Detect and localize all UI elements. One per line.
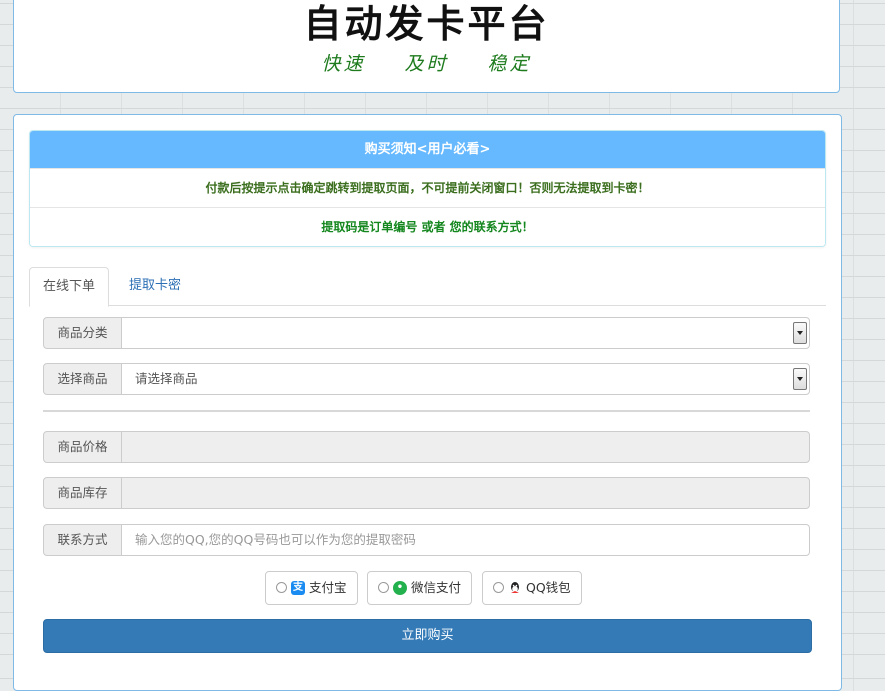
product-label: 选择商品 (43, 363, 122, 395)
category-row: 商品分类 (43, 317, 810, 349)
chevron-down-icon[interactable] (793, 368, 807, 390)
tab-online-order[interactable]: 在线下单 (29, 267, 110, 307)
order-tabs: 在线下单 提取卡密 (29, 267, 826, 307)
pay-option-wechat[interactable]: • 微信支付 (367, 571, 473, 605)
radio-button[interactable] (378, 582, 389, 593)
notice-title: 购买须知<用户必看> (30, 131, 825, 168)
price-row: 商品价格 (43, 431, 810, 463)
pay-option-label: 支付宝 (309, 580, 347, 595)
radio-button[interactable] (276, 582, 287, 593)
category-select[interactable] (121, 317, 810, 349)
pay-option-label: 微信支付 (411, 580, 462, 595)
contact-input[interactable]: 输入您的QQ,您的QQ号码也可以作为您的提取密码 (121, 524, 810, 556)
price-label: 商品价格 (43, 431, 122, 463)
pay-option-alipay[interactable]: 支支付宝 (265, 571, 358, 605)
qq-icon (508, 581, 522, 595)
form-divider (43, 410, 810, 412)
pay-option-label: QQ钱包 (526, 580, 571, 595)
contact-label: 联系方式 (43, 524, 122, 556)
order-panel: 购买须知<用户必看> 付款后按提示点击确定跳转到提取页面，不可提前关闭窗口！否则… (13, 114, 842, 691)
pay-option-qq[interactable]: QQ钱包 (482, 571, 582, 605)
notice-line-1: 付款后按提示点击确定跳转到提取页面，不可提前关闭窗口！否则无法提取到卡密！ (30, 168, 825, 207)
buy-now-button[interactable]: 立即购买 (43, 619, 812, 653)
product-select[interactable]: 请选择商品 (121, 363, 810, 395)
wechat-icon: • (393, 580, 407, 595)
site-slogan: 快速 及时 稳定 (321, 53, 532, 75)
notice-line-2: 提取码是订单编号 或者 您的联系方式！ (30, 207, 825, 246)
stock-field (121, 477, 810, 509)
site-title: 自动发卡平台 (303, 2, 550, 46)
price-field (121, 431, 810, 463)
category-label: 商品分类 (43, 317, 122, 349)
contact-row: 联系方式 输入您的QQ,您的QQ号码也可以作为您的提取密码 (43, 524, 810, 556)
radio-button[interactable] (493, 582, 504, 593)
chevron-down-icon[interactable] (793, 322, 807, 344)
product-row: 选择商品 请选择商品 (43, 363, 810, 395)
site-header: 自动发卡平台 快速 及时 稳定 (13, 0, 840, 93)
payment-options: 支支付宝 • 微信支付 QQ钱包 (14, 571, 841, 605)
stock-row: 商品库存 (43, 477, 810, 509)
alipay-icon: 支 (291, 580, 305, 595)
purchase-notice: 购买须知<用户必看> 付款后按提示点击确定跳转到提取页面，不可提前关闭窗口！否则… (29, 130, 826, 247)
tab-extract-card[interactable]: 提取卡密 (116, 267, 194, 304)
stock-label: 商品库存 (43, 477, 122, 509)
